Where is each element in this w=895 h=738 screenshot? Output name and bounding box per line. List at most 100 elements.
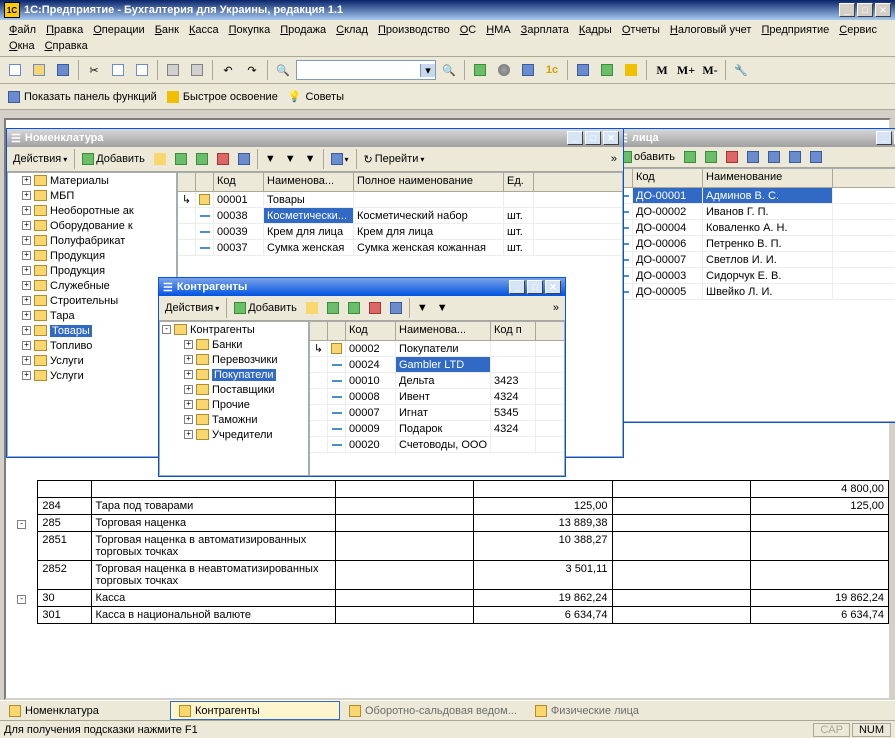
tree-item[interactable]: +Топливо (8, 338, 176, 353)
calc-button[interactable]: 1c (541, 59, 563, 81)
goto-button[interactable]: ↻Перейти▾ (360, 151, 429, 168)
tree-item[interactable]: +Таможни (160, 412, 308, 427)
add-button[interactable]: Добавить (230, 300, 301, 316)
menu-Сервис[interactable]: Сервис (834, 22, 882, 38)
tree-root[interactable]: -Контрагенты (160, 322, 308, 337)
menu-Банк[interactable]: Банк (150, 22, 184, 38)
refresh-button[interactable]: ▾ (327, 151, 353, 167)
column-header[interactable]: Ед. (504, 173, 534, 191)
min-button[interactable]: _ (567, 131, 583, 145)
table-row[interactable]: 00039Крем для лицаКрем для лицашт. (178, 224, 622, 240)
tree-item[interactable]: +Оборудование к (8, 218, 176, 233)
physical-persons-window[interactable]: ☰ лица _□✕ обавить » КодНаименование ДО-… (613, 128, 895, 423)
nomenclature-titlebar[interactable]: ☰ Номенклатура _□✕ (7, 129, 623, 147)
find-next-button[interactable]: 🔍 (438, 59, 460, 81)
menu-Кадры[interactable]: Кадры (574, 22, 617, 38)
table-row[interactable]: 00009Подарок4324 (310, 421, 564, 437)
add-folder-button[interactable] (150, 151, 170, 167)
table-row[interactable]: 00010Дельта3423 (310, 373, 564, 389)
redo-button[interactable]: ↷ (241, 59, 263, 81)
actions-button[interactable]: Действия▾ (9, 151, 71, 167)
table-row[interactable]: 00007Игнат5345 (310, 405, 564, 421)
table-row[interactable]: 00024Gambler LTD (310, 357, 564, 373)
m-button[interactable]: M (651, 59, 673, 81)
menu-Налоговый учет[interactable]: Налоговый учет (665, 22, 757, 38)
filter-button[interactable]: ▼ (413, 300, 432, 316)
tree-item[interactable]: +Материалы (8, 173, 176, 188)
physical-persons-titlebar[interactable]: ☰ лица _□✕ (614, 129, 895, 147)
report-row[interactable]: 2852Торговая наценка в неавтоматизирован… (6, 561, 889, 590)
menu-Операции[interactable]: Операции (88, 22, 149, 38)
add-button[interactable]: Добавить (78, 151, 149, 167)
menu-Файл[interactable]: Файл (4, 22, 41, 38)
maximize-button[interactable]: □ (857, 3, 873, 17)
tool-b-button[interactable] (493, 59, 515, 81)
table-row[interactable]: ДО-00003Сидорчук Е. В. (615, 268, 895, 284)
delete-button[interactable] (365, 300, 385, 316)
max-button[interactable]: □ (527, 280, 543, 294)
delete-button[interactable] (722, 149, 742, 165)
min-button[interactable]: _ (509, 280, 525, 294)
menu-Зарплата[interactable]: Зарплата (516, 22, 574, 38)
tree-item[interactable]: +Полуфабрикат (8, 233, 176, 248)
more-button[interactable]: » (607, 151, 621, 167)
table-row[interactable]: ДО-00004Коваленко А. Н. (615, 220, 895, 236)
tool-d-button[interactable] (596, 59, 618, 81)
tree-item[interactable]: +Продукция (8, 248, 176, 263)
tree-item[interactable]: +Тара (8, 308, 176, 323)
tree-item[interactable]: +Покупатели (160, 367, 308, 382)
menu-Покупка[interactable]: Покупка (224, 22, 276, 38)
table-row[interactable]: 00008Ивент4324 (310, 389, 564, 405)
filter-button[interactable]: ▼ (261, 151, 280, 167)
minimize-button[interactable]: _ (839, 3, 855, 17)
table-row[interactable]: ДО-00007Светлов И. И. (615, 252, 895, 268)
taskbar-item[interactable]: Номенклатура (0, 701, 170, 720)
actions-button[interactable]: Действия▾ (161, 300, 223, 316)
tree-item[interactable]: +Необоротные ак (8, 203, 176, 218)
menu-ОС[interactable]: ОС (455, 22, 482, 38)
m-plus-button[interactable]: M+ (675, 59, 697, 81)
edit-button[interactable] (323, 300, 343, 316)
cut-button[interactable]: ✂ (83, 59, 105, 81)
new-doc-button[interactable] (4, 59, 26, 81)
close-button[interactable]: ✕ (545, 280, 561, 294)
hierarchy-button[interactable] (386, 300, 406, 316)
taskbar-item[interactable]: Оборотно-сальдовая ведом... (340, 701, 526, 720)
counterparties-window[interactable]: ☰ Контрагенты _□✕ Действия▾ Добавить ▼ ▼… (158, 277, 566, 477)
column-header[interactable] (310, 322, 328, 340)
column-header[interactable]: Наименова... (264, 173, 354, 191)
table-row[interactable]: ДО-00005Швейко Л. И. (615, 284, 895, 300)
table-row[interactable]: 00037Сумка женскаяСумка женская кожанная… (178, 240, 622, 256)
filter-button[interactable] (764, 149, 784, 165)
tool-c-button[interactable] (572, 59, 594, 81)
menu-Продажа[interactable]: Продажа (275, 22, 331, 38)
tree-item[interactable]: +Прочие (160, 397, 308, 412)
undo-button[interactable]: ↶ (217, 59, 239, 81)
quick-start-button[interactable]: Быстрое освоение (163, 91, 282, 103)
taskbar-item[interactable]: Контрагенты (170, 701, 340, 720)
menu-Производство[interactable]: Производство (373, 22, 455, 38)
preview-button[interactable] (186, 59, 208, 81)
menu-Окна[interactable]: Окна (4, 38, 40, 54)
edit-button[interactable] (171, 151, 191, 167)
menu-Правка[interactable]: Правка (41, 22, 88, 38)
column-header[interactable] (196, 173, 214, 191)
m-minus-button[interactable]: M- (699, 59, 721, 81)
column-header[interactable]: Код п (491, 322, 536, 340)
tree-item[interactable]: +Продукция (8, 263, 176, 278)
search-combo[interactable]: ▾ (296, 60, 436, 80)
report-row[interactable]: -30Касса19 862,2419 862,24 (6, 590, 889, 607)
column-header[interactable] (178, 173, 196, 191)
tree-item[interactable]: +Строительны (8, 293, 176, 308)
copy-button[interactable] (107, 59, 129, 81)
close-button[interactable]: ✕ (875, 3, 891, 17)
tree-item[interactable]: +Товары (8, 323, 176, 338)
filter3-button[interactable] (806, 149, 826, 165)
hierarchy-button[interactable] (234, 151, 254, 167)
table-row[interactable]: 00020Счетоводы, ООО (310, 437, 564, 453)
show-panel-button[interactable]: Показать панель функций (4, 91, 161, 103)
tree-item[interactable]: +Банки (160, 337, 308, 352)
column-header[interactable]: Наименова... (396, 322, 491, 340)
paste-button[interactable] (131, 59, 153, 81)
find-button[interactable]: 🔍 (272, 59, 294, 81)
